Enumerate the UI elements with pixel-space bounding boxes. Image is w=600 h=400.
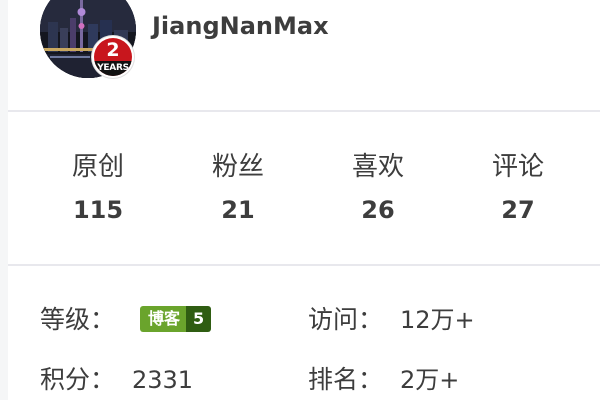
profile-page: 2 YEARS JiangNanMax 原创 115 粉丝 21 喜欢 26 评… (0, 0, 600, 400)
rank-label: 排名： (308, 365, 384, 394)
badge-label: YEARS (97, 63, 129, 73)
divider (8, 264, 600, 266)
level-badge-number: 5 (186, 306, 212, 332)
profile-card: 2 YEARS JiangNanMax 原创 115 粉丝 21 喜欢 26 评… (8, 0, 600, 400)
stat-likes[interactable]: 喜欢 26 (318, 150, 438, 226)
blog-level-badge[interactable]: 博客 5 (140, 306, 212, 332)
level-label: 等级： (40, 305, 116, 334)
visits-label: 访问： (308, 305, 384, 334)
stat-label: 原创 (71, 152, 124, 182)
stat-fans[interactable]: 粉丝 21 (178, 150, 298, 226)
stat-original[interactable]: 原创 115 (38, 150, 158, 226)
level-badge-text: 博客 (140, 306, 187, 332)
username-link[interactable]: JiangNanMax (152, 10, 329, 42)
stat-value: 115 (72, 196, 124, 224)
rank-value: 2万+ (400, 366, 460, 394)
stat-value: 21 (221, 196, 255, 224)
stat-comments[interactable]: 评论 27 (458, 150, 578, 226)
badge-number: 2 (106, 39, 120, 61)
stat-value: 26 (361, 196, 395, 224)
stat-label: 评论 (491, 152, 544, 182)
anniversary-badge-icon: 2 YEARS (92, 36, 134, 78)
visits-value: 12万+ (400, 306, 475, 334)
left-rail (0, 0, 8, 400)
stat-label: 喜欢 (351, 152, 404, 182)
stat-value: 27 (501, 196, 535, 224)
stat-label: 粉丝 (211, 152, 264, 182)
points-label: 积分： (40, 365, 116, 394)
points-value: 2331 (132, 366, 194, 394)
divider (8, 110, 600, 112)
